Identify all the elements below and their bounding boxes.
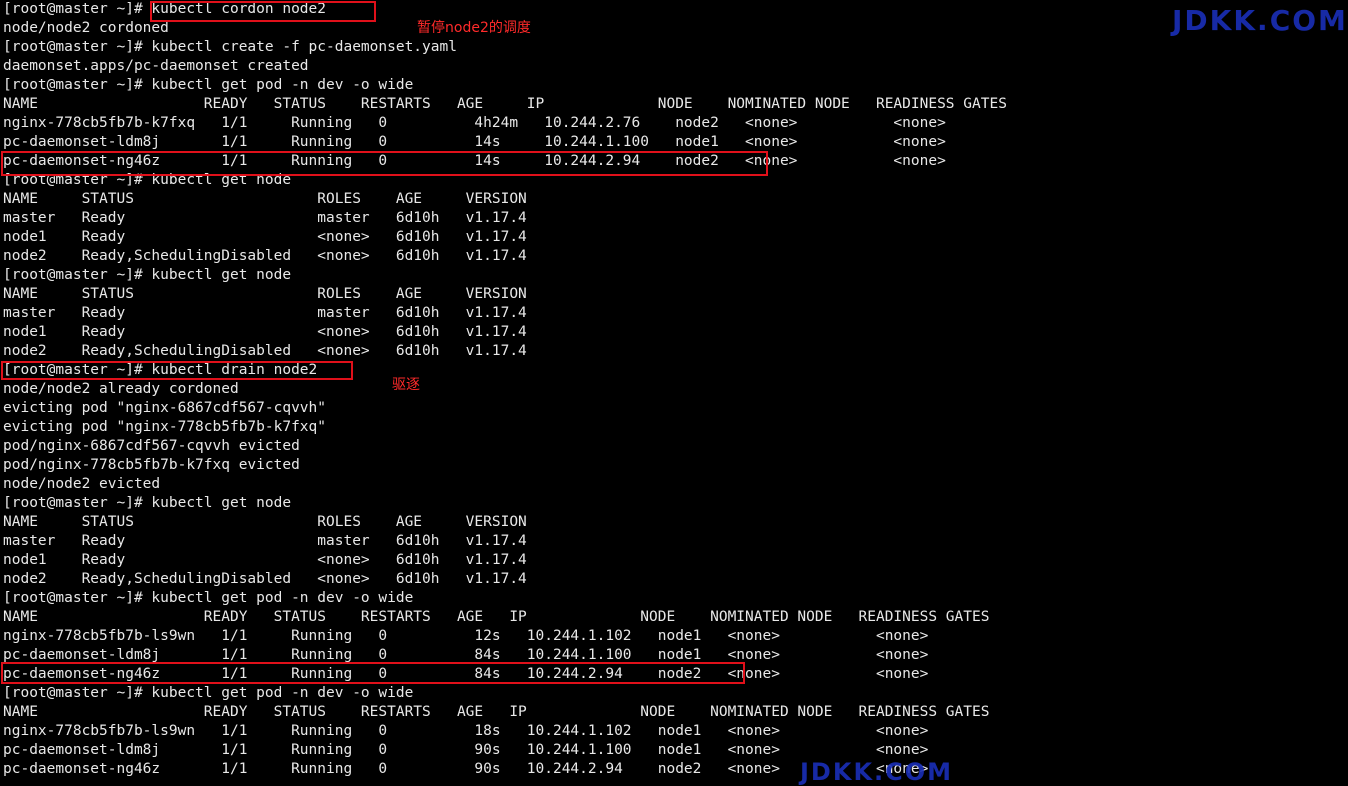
terminal-line: nginx-778cb5fb7b-ls9wn 1/1 Running 0 12s… xyxy=(3,628,929,644)
terminal-line: nginx-778cb5fb7b-k7fxq 1/1 Running 0 4h2… xyxy=(3,115,946,131)
terminal-line: daemonset.apps/pc-daemonset created xyxy=(3,58,309,74)
annotation-evict: 驱逐 xyxy=(392,377,420,393)
highlight-cordon-command xyxy=(150,1,376,22)
terminal-line: node2 Ready,SchedulingDisabled <none> 6d… xyxy=(3,571,527,587)
terminal-line: [root@master ~]# kubectl create -f pc-da… xyxy=(3,39,457,55)
terminal-line: [root@master ~]# kubectl get pod -n dev … xyxy=(3,590,414,606)
terminal-window[interactable]: [root@master ~]# kubectl cordon node2 nod… xyxy=(0,0,1348,786)
terminal-line: NAME STATUS ROLES AGE VERSION xyxy=(3,514,527,530)
terminal-line: node2 Ready,SchedulingDisabled <none> 6d… xyxy=(3,248,527,264)
terminal-line: [root@master ~]# kubectl get pod -n dev … xyxy=(3,77,414,93)
annotation-pause-scheduling: 暂停node2的调度 xyxy=(417,20,531,36)
terminal-line: NAME READY STATUS RESTARTS AGE IP NODE N… xyxy=(3,96,1007,112)
highlight-drain-command xyxy=(1,361,353,380)
terminal-line: [root@master ~]# kubectl get pod -n dev … xyxy=(3,685,414,701)
highlight-daemonset-pod-row-after-drain xyxy=(1,662,745,684)
terminal-line: NAME STATUS ROLES AGE VERSION xyxy=(3,191,527,207)
terminal-line: node/node2 cordoned xyxy=(3,20,169,36)
watermark-top-right: JDKK.COM xyxy=(1172,4,1348,37)
terminal-line: NAME STATUS ROLES AGE VERSION xyxy=(3,286,527,302)
terminal-line: evicting pod "nginx-778cb5fb7b-k7fxq" xyxy=(3,419,327,435)
terminal-line: node1 Ready <none> 6d10h v1.17.4 xyxy=(3,229,527,245)
terminal-line: node2 Ready,SchedulingDisabled <none> 6d… xyxy=(3,343,527,359)
terminal-line: node/node2 already cordoned xyxy=(3,381,239,397)
terminal-line: NAME READY STATUS RESTARTS AGE IP NODE N… xyxy=(3,704,990,720)
terminal-line: NAME READY STATUS RESTARTS AGE IP NODE N… xyxy=(3,609,990,625)
terminal-line: nginx-778cb5fb7b-ls9wn 1/1 Running 0 18s… xyxy=(3,723,929,739)
terminal-line: pod/nginx-778cb5fb7b-k7fxq evicted xyxy=(3,457,300,473)
terminal-line: node1 Ready <none> 6d10h v1.17.4 xyxy=(3,552,527,568)
terminal-line: master Ready master 6d10h v1.17.4 xyxy=(3,533,527,549)
terminal-line: pod/nginx-6867cdf567-cqvvh evicted xyxy=(3,438,300,454)
terminal-line: pc-daemonset-ng46z 1/1 Running 0 90s 10.… xyxy=(3,761,929,777)
terminal-line: node/node2 evicted xyxy=(3,476,161,492)
terminal-line: evicting pod "nginx-6867cdf567-cqvvh" xyxy=(3,400,327,416)
terminal-line: pc-daemonset-ldm8j 1/1 Running 0 14s 10.… xyxy=(3,134,946,150)
terminal-line: master Ready master 6d10h v1.17.4 xyxy=(3,210,527,226)
terminal-line: node1 Ready <none> 6d10h v1.17.4 xyxy=(3,324,527,340)
watermark-bottom: JDKK.COM xyxy=(800,758,954,786)
terminal-line: pc-daemonset-ldm8j 1/1 Running 0 90s 10.… xyxy=(3,742,929,758)
terminal-line: [root@master ~]# kubectl get node xyxy=(3,495,292,511)
highlight-daemonset-pod-row xyxy=(1,151,768,176)
terminal-line: master Ready master 6d10h v1.17.4 xyxy=(3,305,527,321)
terminal-line: [root@master ~]# kubectl get node xyxy=(3,267,292,283)
